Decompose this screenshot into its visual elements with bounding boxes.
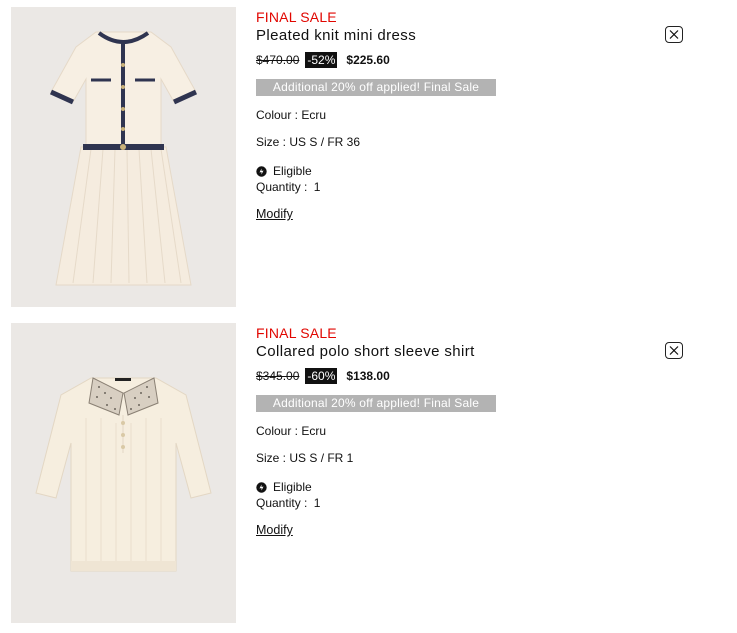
colour-text: Colour : Ecru	[256, 108, 327, 122]
eligible-text: Eligible	[273, 480, 312, 494]
original-price: $470.00	[256, 53, 300, 67]
close-icon	[669, 346, 679, 355]
close-icon	[669, 30, 679, 39]
colour-text: Colour : Ecru	[256, 424, 327, 438]
shirt-image	[35, 377, 212, 572]
quantity-label: Quantity :	[256, 496, 308, 510]
quantity-value: 1	[313, 180, 321, 194]
quantity-row: Quantity : 1	[256, 180, 323, 194]
eligible-row: Eligible	[256, 164, 312, 178]
quantity-value: 1	[313, 496, 321, 510]
modify-link[interactable]: Modify	[256, 207, 293, 221]
remove-item-button[interactable]	[665, 26, 683, 43]
sale-price: $138.00	[346, 369, 390, 383]
size-text: Size : US S / FR 36	[256, 135, 361, 149]
cart-item: FINAL SALE Collared polo short sleeve sh…	[0, 323, 737, 623]
price-row: $470.00 -52% $225.60	[256, 52, 390, 68]
modify-link[interactable]: Modify	[256, 523, 293, 537]
discount-badge: -52%	[305, 52, 338, 68]
price-row: $345.00 -60% $138.00	[256, 368, 390, 384]
final-sale-label: FINAL SALE	[256, 325, 337, 341]
eligible-icon	[256, 481, 267, 493]
cart-item: FINAL SALE Pleated knit mini dress $470.…	[0, 7, 737, 307]
size-text: Size : US S / FR 1	[256, 451, 354, 465]
product-name[interactable]: Collared polo short sleeve shirt	[256, 343, 475, 360]
remove-item-button[interactable]	[665, 342, 683, 359]
product-name[interactable]: Pleated knit mini dress	[256, 27, 416, 44]
product-image[interactable]	[11, 323, 236, 623]
eligible-icon	[256, 165, 267, 177]
eligible-text: Eligible	[273, 164, 312, 178]
product-image[interactable]	[11, 7, 236, 307]
promo-banner: Additional 20% off applied! Final Sale	[256, 79, 496, 96]
final-sale-label: FINAL SALE	[256, 9, 337, 25]
eligible-row: Eligible	[256, 480, 312, 494]
discount-badge: -60%	[305, 368, 338, 384]
dress-image	[49, 31, 198, 286]
promo-banner: Additional 20% off applied! Final Sale	[256, 395, 496, 412]
quantity-row: Quantity : 1	[256, 496, 323, 510]
quantity-label: Quantity :	[256, 180, 308, 194]
sale-price: $225.60	[346, 53, 390, 67]
original-price: $345.00	[256, 369, 300, 383]
